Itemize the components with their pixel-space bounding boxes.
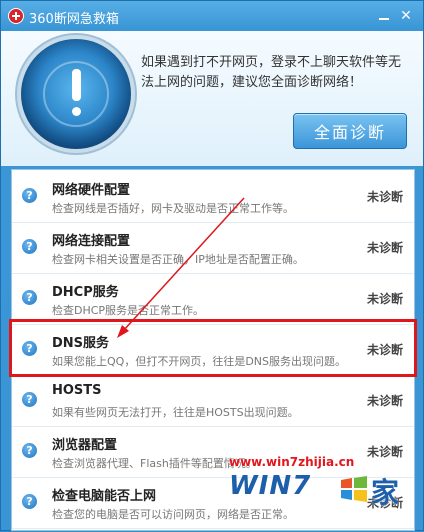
item-desc: 检查浏览器代理、Flash插件等配置情况。 [52, 457, 257, 470]
item-status: 未诊断 [367, 343, 404, 357]
item-title: HOSTS [52, 383, 102, 398]
item-status: 未诊断 [367, 445, 404, 459]
watermark-logo: WIN7 [229, 471, 312, 501]
header-panel: 如果遇到打不开网页，登录不上聊天软件等无法上网的问题，建议您全面诊断网络！ 全面… [1, 31, 423, 166]
item-status: 未诊断 [367, 241, 404, 255]
item-title: DNS服务 [52, 336, 110, 351]
item-desc: 如果有些网页无法打开，往往是HOSTS出现问题。 [52, 406, 299, 419]
question-icon: ? [22, 239, 37, 254]
item-status: 未诊断 [367, 190, 404, 204]
item-desc: 检查您的电脑是否可以访问网页，网络是否正常。 [52, 508, 294, 521]
item-title: 检查电脑能否上网 [52, 489, 157, 504]
item-desc: 检查DHCP服务是否正常工作。 [52, 304, 205, 317]
item-status: 未诊断 [367, 394, 404, 408]
close-button[interactable]: ✕ [399, 9, 413, 23]
item-title: 网络硬件配置 [52, 183, 131, 198]
list-item[interactable]: ? 网络连接配置 检查网卡相关设置是否正确，IP地址是否配置正确。 未诊断 [12, 221, 414, 274]
question-icon: ? [22, 443, 37, 458]
watermark-char: 家 [371, 476, 400, 509]
item-desc: 检查网线是否插好，网卡及驱动是否正常工作等。 [52, 202, 294, 215]
question-icon: ? [22, 341, 37, 356]
windows-flag-icon [341, 476, 367, 502]
minimize-button[interactable] [377, 9, 391, 23]
list-item[interactable]: ? DHCP服务 检查DHCP服务是否正常工作。 未诊断 [12, 272, 414, 325]
full-scan-button[interactable]: 全面诊断 [293, 113, 407, 149]
watermark-url: www.win7zhijia.cn [229, 455, 355, 469]
title-bar[interactable]: 360断网急救箱 ✕ [1, 1, 423, 31]
list-item[interactable]: ? HOSTS 如果有些网页无法打开，往往是HOSTS出现问题。 未诊断 [12, 374, 414, 427]
item-title: 网络连接配置 [52, 234, 131, 249]
question-icon: ? [22, 494, 37, 509]
item-title: 浏览器配置 [52, 438, 118, 453]
intro-text: 如果遇到打不开网页，登录不上聊天软件等无法上网的问题，建议您全面诊断网络！ [141, 55, 402, 90]
item-status: 未诊断 [367, 292, 404, 306]
item-desc: 如果您能上QQ，但打不开网页，往往是DNS服务出现问题。 [52, 355, 346, 368]
list-item[interactable]: ? DNS服务 如果您能上QQ，但打不开网页，往往是DNS服务出现问题。 未诊断 [12, 323, 414, 376]
list-item[interactable]: ? 网络硬件配置 检查网线是否插好，网卡及驱动是否正常工作等。 未诊断 [12, 170, 414, 223]
window-title: 360断网急救箱 [29, 12, 119, 27]
item-title: DHCP服务 [52, 285, 119, 300]
question-icon: ? [22, 392, 37, 407]
item-desc: 检查网卡相关设置是否正确，IP地址是否配置正确。 [52, 253, 304, 266]
app-logo-icon [8, 8, 24, 24]
app-window: 360断网急救箱 ✕ 如果遇到打不开网页，登录不上聊天软件等无法上网的问题，建议… [0, 0, 424, 531]
question-icon: ? [22, 290, 37, 305]
warning-gauge-icon [21, 39, 131, 149]
list-item[interactable]: ? 浏览器配置 检查浏览器代理、Flash插件等配置情况。 未诊断 [12, 425, 414, 478]
question-icon: ? [22, 188, 37, 203]
